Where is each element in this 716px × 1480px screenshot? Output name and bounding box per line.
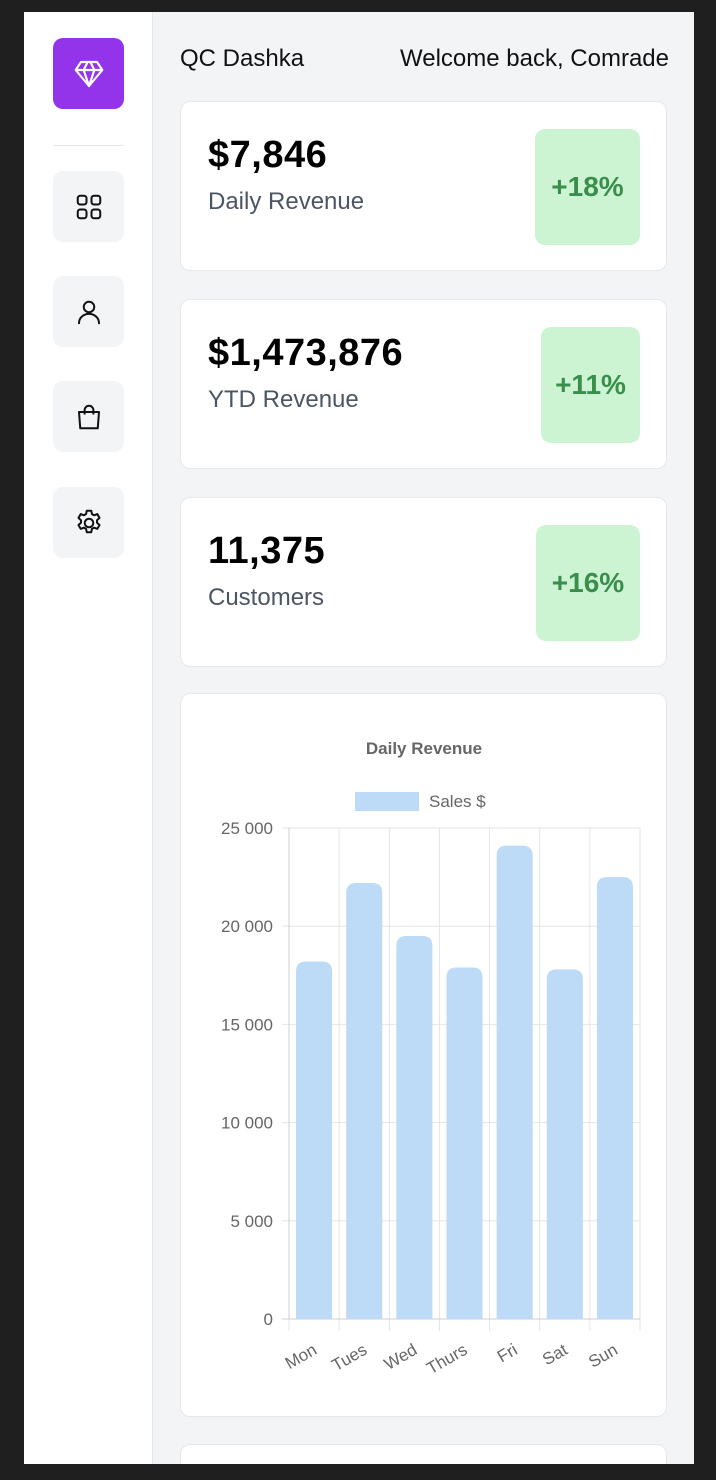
user-icon	[77, 300, 100, 324]
sidebar-item-dashboard[interactable]	[53, 171, 124, 242]
change-badge: +11%	[541, 327, 640, 443]
stat-label: YTD Revenue	[208, 386, 359, 413]
sidebar-item-orders[interactable]	[53, 381, 124, 452]
legend-label: Sales $	[429, 792, 486, 811]
gear-icon	[76, 509, 101, 533]
sidebar	[24, 12, 153, 1464]
stat-value: 11,375	[208, 530, 326, 572]
gem-icon	[74, 60, 103, 87]
stat-value: $7,846	[208, 134, 328, 176]
x-tick-label: Tues	[329, 1340, 371, 1375]
bar-thurs	[446, 967, 483, 1319]
bar-sat	[546, 969, 583, 1319]
bar-sun	[596, 877, 633, 1319]
x-tick-label: Sat	[539, 1340, 571, 1369]
daily-revenue-chart: Daily Revenue Sales $ 0 5 000 10 000 15 000 20…	[221, 739, 641, 1378]
legend-swatch	[355, 792, 419, 811]
y-tick-label: 20 000	[221, 917, 273, 936]
stat-value: $1,473,876	[208, 332, 404, 374]
bar-tues	[346, 882, 383, 1319]
stat-card-ytd-revenue: $1,473,876 YTD Revenue +11%	[180, 299, 667, 469]
stat-card-customers: 11,375 Customers +16%	[180, 497, 667, 667]
x-tick-label: Thurs	[423, 1340, 470, 1378]
main-content: QC Dashka Welcome back, Comrade $7,846 D…	[153, 12, 694, 1464]
stat-label: Daily Revenue	[208, 188, 365, 215]
logo[interactable]	[53, 38, 124, 109]
x-tick-label: Wed	[381, 1340, 421, 1374]
chart-card: Daily Revenue Sales $ 0 5 000 10 000 15 000 20…	[180, 693, 667, 1417]
y-tick-label: 5 000	[230, 1212, 273, 1231]
next-card	[180, 1444, 667, 1464]
sidebar-divider	[53, 145, 124, 146]
x-tick-label: Mon	[282, 1340, 320, 1373]
app-window: QC Dashka Welcome back, Comrade $7,846 D…	[24, 12, 694, 1464]
shopping-bag-icon	[77, 404, 100, 429]
app-title: QC Dashka	[180, 45, 305, 72]
bar-fri	[496, 845, 533, 1319]
y-tick-label: 25 000	[221, 819, 273, 838]
x-tick-label: Sun	[585, 1340, 621, 1372]
stat-card-daily-revenue: $7,846 Daily Revenue +18%	[180, 101, 667, 271]
bar-mon	[296, 961, 333, 1319]
sidebar-item-settings[interactable]	[53, 487, 124, 558]
topbar: QC Dashka Welcome back, Comrade	[180, 42, 669, 76]
change-badge: +18%	[535, 129, 640, 245]
y-tick-label: 10 000	[221, 1114, 273, 1133]
bar-wed	[396, 936, 433, 1319]
welcome-message: Welcome back, Comrade	[400, 45, 669, 72]
change-badge: +16%	[536, 525, 640, 641]
y-tick-label: 0	[264, 1310, 273, 1329]
stat-label: Customers	[208, 584, 325, 611]
grid-icon	[76, 194, 101, 219]
y-tick-label: 15 000	[221, 1015, 273, 1034]
sidebar-item-customers[interactable]	[53, 276, 124, 347]
chart-title: Daily Revenue	[366, 739, 482, 758]
x-tick-label: Fri	[494, 1340, 521, 1366]
